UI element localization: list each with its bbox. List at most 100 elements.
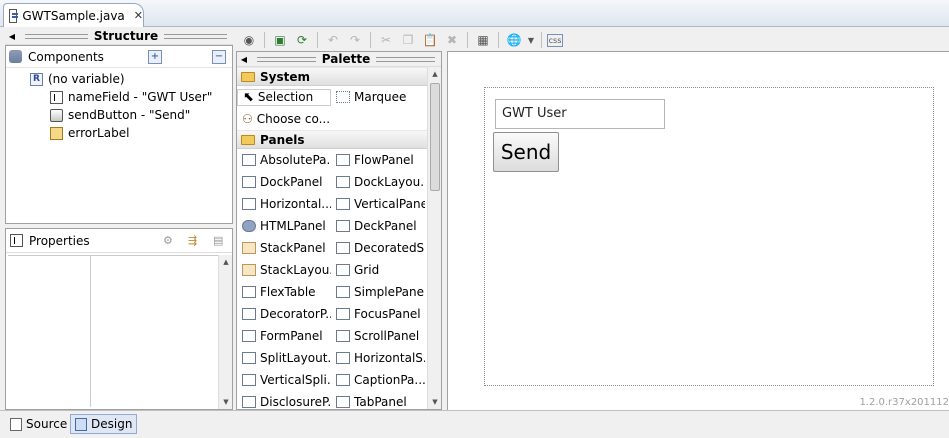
panel-widget-icon xyxy=(336,264,350,276)
palette-item-selection[interactable]: ⬉ Selection xyxy=(237,88,331,106)
palette-item[interactable]: DisclosureP... xyxy=(237,395,331,409)
palette-item[interactable]: StackLayou... xyxy=(237,263,331,277)
panel-widget-icon xyxy=(242,198,256,210)
palette-item[interactable]: DecoratorP... xyxy=(237,307,331,321)
properties-icon xyxy=(10,234,23,247)
tab-source[interactable]: Source xyxy=(6,414,71,434)
editor-tab-title: GWTSample.java xyxy=(22,8,125,23)
collapse-all-icon[interactable]: − xyxy=(211,49,226,64)
beans-icon: ⚇ xyxy=(242,112,253,126)
palette-item[interactable]: SimplePanel xyxy=(331,285,425,299)
palette-item[interactable]: ScrollPanel xyxy=(331,329,425,343)
close-icon[interactable]: ✕ xyxy=(134,9,143,22)
scroll-up-icon[interactable]: ▲ xyxy=(219,255,233,269)
palette-item[interactable]: DeckPanel xyxy=(331,219,425,233)
paste-icon[interactable]: 📋 xyxy=(420,31,440,49)
palette-item[interactable]: DecoratedS... xyxy=(331,241,425,255)
palette-item-choose-component[interactable]: ⚇ Choose co... xyxy=(237,112,427,126)
collapse-left-icon[interactable]: ◀ xyxy=(5,32,19,41)
delete-icon[interactable]: ✖ xyxy=(442,31,462,49)
version-label: 1.2.0.r37x201112 xyxy=(859,397,949,408)
cut-icon[interactable]: ✂ xyxy=(376,31,396,49)
tree-item-sendbutton[interactable]: sendButton - "Send" xyxy=(6,106,232,124)
tab-order-icon[interactable]: ▦ xyxy=(473,31,493,49)
refresh-icon[interactable]: ▣ xyxy=(270,31,290,49)
palette-scrollbar[interactable]: ▲ ▼ xyxy=(427,67,441,409)
show-events-icon[interactable]: ⚙ xyxy=(163,234,177,248)
palette-view: ◀ Palette System ⬉ Selection Marquee ⚇ C… xyxy=(236,51,442,410)
properties-header: Properties ⚙ ⇶ ▤ xyxy=(6,229,232,253)
name-field-textbox[interactable]: GWT User xyxy=(495,99,665,129)
components-title: Components xyxy=(28,49,104,64)
design-icon xyxy=(75,417,87,431)
collapse-left-icon[interactable]: ◀ xyxy=(237,55,251,64)
panel-widget-icon xyxy=(242,352,256,364)
palette-item[interactable]: VerticalPanel xyxy=(331,197,425,211)
palette-row: DisclosureP... TabPanel xyxy=(237,391,427,409)
palette-item[interactable]: VerticalSpli... xyxy=(237,373,331,387)
editor-tab-gwtsample[interactable]: GWTSample.java ✕ xyxy=(3,3,144,27)
properties-scrollbar[interactable]: ▲ ▼ xyxy=(218,255,232,409)
tab-design[interactable]: Design xyxy=(70,414,138,434)
tree-item-label: nameField - "GWT User" xyxy=(68,90,213,104)
panel-widget-icon xyxy=(242,176,256,188)
palette-item[interactable]: CaptionPa... xyxy=(331,373,425,387)
tree-item-label: (no variable) xyxy=(48,72,125,86)
scroll-down-icon[interactable]: ▼ xyxy=(219,395,233,409)
arrow-pointer-icon: ⬉ xyxy=(243,89,254,105)
drag-grip[interactable] xyxy=(257,56,316,62)
goto-definition-icon[interactable]: ⇶ xyxy=(188,234,202,248)
drag-grip[interactable] xyxy=(376,56,435,62)
properties-pane: Properties ⚙ ⇶ ▤ ▲ ▼ xyxy=(5,228,233,410)
scroll-down-icon[interactable]: ▼ xyxy=(428,395,442,409)
scroll-thumb[interactable] xyxy=(430,83,440,191)
palette-item[interactable]: FlowPanel xyxy=(331,153,425,167)
locale-globe-icon[interactable]: 🌐 xyxy=(504,31,524,49)
palette-item[interactable]: HorizontalS... xyxy=(331,351,425,365)
chevron-down-icon[interactable]: ▼ xyxy=(526,31,536,49)
redo-icon[interactable]: ↷ xyxy=(345,31,365,49)
textbox-icon xyxy=(50,90,63,104)
drag-grip[interactable] xyxy=(25,33,88,39)
structure-header: ◀ Structure xyxy=(5,28,233,45)
panel-widget-icon xyxy=(242,286,256,298)
palette-row: FormPanel ScrollPanel xyxy=(237,325,427,347)
palette-row: Horizontal... VerticalPanel xyxy=(237,193,427,215)
palette-item[interactable]: DockPanel xyxy=(237,175,331,189)
folder-open-icon xyxy=(241,71,255,82)
expand-all-icon[interactable]: + xyxy=(147,49,162,64)
test-gui-icon[interactable]: ◉ xyxy=(239,31,259,49)
panel-widget-icon xyxy=(336,176,350,188)
palette-item[interactable]: FocusPanel xyxy=(331,307,425,321)
design-canvas[interactable]: GWT User Send 1.2.0.r37x201112 xyxy=(447,51,949,410)
palette-category-panels[interactable]: Panels xyxy=(237,130,427,149)
tree-item-namefield[interactable]: nameField - "GWT User" xyxy=(6,88,232,106)
tree-item-errorlabel[interactable]: errorLabel xyxy=(6,124,232,142)
root-panel[interactable]: GWT User Send xyxy=(484,87,934,386)
scroll-up-icon[interactable]: ▲ xyxy=(428,67,442,81)
palette-item[interactable]: HTMLPanel xyxy=(237,219,331,233)
palette-item[interactable]: AbsolutePa... xyxy=(237,153,331,167)
show-advanced-icon[interactable]: ▤ xyxy=(213,234,227,248)
source-icon xyxy=(10,417,22,431)
palette-item[interactable]: FlexTable xyxy=(237,285,331,299)
send-button[interactable]: Send xyxy=(493,132,559,172)
css-icon[interactable]: css xyxy=(547,33,563,47)
undo-icon[interactable]: ↶ xyxy=(323,31,343,49)
palette-item[interactable]: SplitLayout... xyxy=(237,351,331,365)
palette-item[interactable]: Horizontal... xyxy=(237,197,331,211)
palette-item[interactable]: Grid xyxy=(331,263,425,277)
palette-item[interactable]: FormPanel xyxy=(237,329,331,343)
palette-list: System ⬉ Selection Marquee ⚇ Choose co..… xyxy=(237,67,427,409)
palette-item[interactable]: TabPanel xyxy=(331,395,425,409)
drag-grip[interactable] xyxy=(164,33,228,39)
palette-item[interactable]: StackPanel xyxy=(237,241,331,255)
reparse-icon[interactable]: ⟳ xyxy=(292,31,312,49)
tree-item-root[interactable]: R (no variable) xyxy=(6,70,232,88)
copy-icon[interactable]: ❐ xyxy=(398,31,418,49)
palette-item[interactable]: DockLayou... xyxy=(331,175,425,189)
palette-category-system[interactable]: System xyxy=(237,67,427,86)
palette-row: FlexTable SimplePanel xyxy=(237,281,427,303)
palette-item-marquee[interactable]: Marquee xyxy=(331,90,425,104)
structure-view: ◀ Structure Components + − R (no variabl… xyxy=(5,28,233,410)
